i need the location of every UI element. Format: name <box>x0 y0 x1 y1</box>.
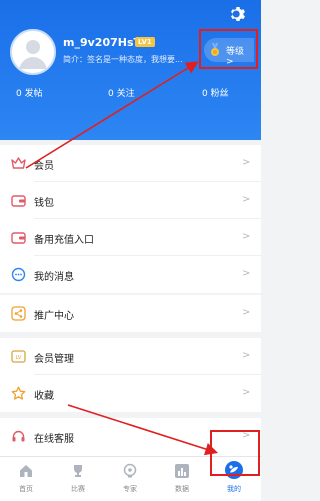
member-card-icon: LV <box>11 349 26 364</box>
settings-gear-icon[interactable] <box>228 4 248 24</box>
tab-label: 数据 <box>175 485 189 493</box>
menu-item-label: 钱包 <box>34 198 54 209</box>
home-icon <box>18 463 34 479</box>
menu-item-member-management[interactable]: LV 会员管理 > <box>0 338 261 375</box>
menu-item-favorites[interactable]: 收藏 > <box>0 375 261 412</box>
stat-posts-label: 发帖 <box>24 89 43 99</box>
chevron-right-icon: > <box>242 350 251 361</box>
username: m_9v207HsT <box>63 36 142 49</box>
bio-text: 简介：签名是一种态度，我想要... <box>63 55 183 64</box>
menu-group-1: 会员 > 钱包 > 备用充值入口 > 我的消息 > <box>0 145 261 293</box>
wallet-icon <box>11 193 26 208</box>
chevron-right-icon: > <box>242 268 251 279</box>
tab-experts[interactable]: 专家 <box>104 457 156 501</box>
tab-label: 专家 <box>123 485 137 493</box>
menu-item-label: 我的消息 <box>34 272 74 283</box>
menu-group-2: 推广中心 > <box>0 295 261 332</box>
annotation-box-mine-tab <box>210 430 260 476</box>
headset-icon <box>11 429 26 444</box>
menu-item-promotion[interactable]: 推广中心 > <box>0 295 261 332</box>
stat-following-label: 关注 <box>116 89 135 99</box>
crown-icon <box>11 156 26 171</box>
stat-posts-value: 0 <box>16 89 22 99</box>
menu-item-label: 推广中心 <box>34 311 74 322</box>
expert-bulb-icon <box>122 463 138 479</box>
menu-item-membership[interactable]: 会员 > <box>0 145 261 182</box>
bar-chart-icon <box>174 463 190 479</box>
share-icon <box>11 306 26 321</box>
stat-followers-value: 0 <box>202 89 208 99</box>
stat-following-value: 0 <box>108 89 114 99</box>
chevron-right-icon: > <box>242 387 251 398</box>
menu-group-3: LV 会员管理 > 收藏 > <box>0 338 261 412</box>
menu-item-label: 备用充值入口 <box>34 235 94 246</box>
tab-label: 比赛 <box>71 485 85 493</box>
stats-row: 0 发帖 0 关注 0 粉丝 <box>0 86 261 106</box>
menu-item-label: 收藏 <box>34 391 54 402</box>
wallet-icon <box>11 230 26 245</box>
tab-label: 首页 <box>19 485 33 493</box>
chevron-right-icon: > <box>242 307 251 318</box>
stat-followers-label: 粉丝 <box>210 89 229 99</box>
menu-item-label: 在线客服 <box>34 434 74 445</box>
stat-followers[interactable]: 0 粉丝 <box>202 86 229 99</box>
avatar[interactable] <box>10 29 56 75</box>
chevron-right-icon: > <box>242 194 251 205</box>
menu-item-backup-recharge[interactable]: 备用充值入口 > <box>0 219 261 256</box>
trophy-icon <box>70 463 86 479</box>
chevron-right-icon: > <box>242 157 251 168</box>
svg-text:LV: LV <box>16 355 22 361</box>
tab-label: 我的 <box>227 485 241 493</box>
menu-item-label: 会员 <box>34 161 54 172</box>
chevron-right-icon: > <box>242 231 251 242</box>
tab-home[interactable]: 首页 <box>0 457 52 501</box>
menu-item-messages[interactable]: 我的消息 > <box>0 256 261 293</box>
stat-posts[interactable]: 0 发帖 <box>16 86 43 99</box>
profile-header: m_9v207HsT LV1 简介：签名是一种态度，我想要... 等级 > 0 … <box>0 0 261 140</box>
message-bubble-icon <box>11 267 26 282</box>
tab-data[interactable]: 数据 <box>156 457 208 501</box>
menu-item-wallet[interactable]: 钱包 > <box>0 182 261 219</box>
menu-item-label: 会员管理 <box>34 354 74 365</box>
stat-following[interactable]: 0 关注 <box>108 86 135 99</box>
level-badge: LV1 <box>135 37 155 47</box>
star-icon <box>11 386 26 401</box>
annotation-box-level <box>199 29 258 69</box>
tab-matches[interactable]: 比赛 <box>52 457 104 501</box>
